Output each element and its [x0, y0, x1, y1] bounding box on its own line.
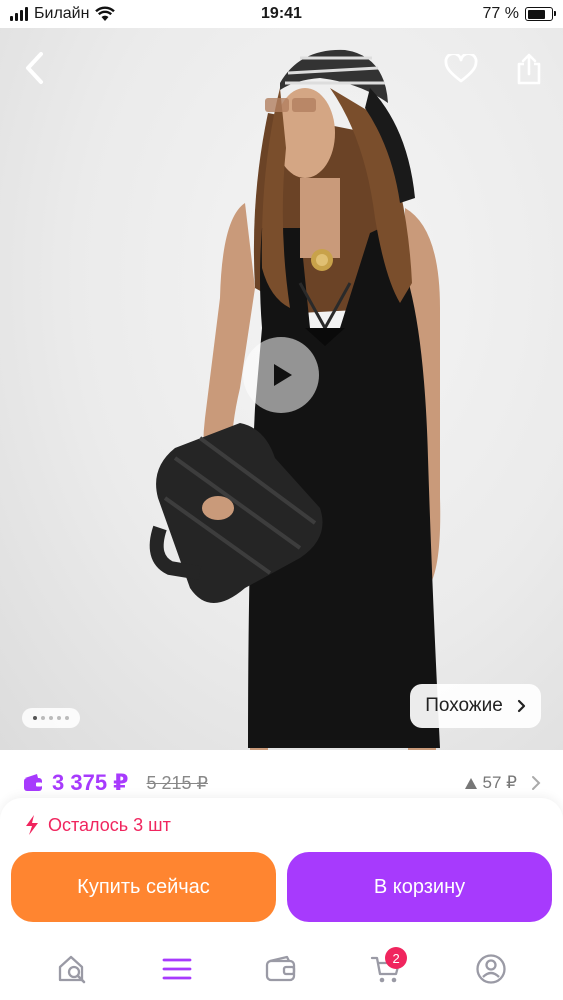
- wifi-icon: [95, 6, 116, 21]
- carrier-name: Билайн: [34, 5, 90, 22]
- cart-count-badge: 2: [385, 947, 408, 969]
- tab-home[interactable]: [47, 947, 97, 991]
- price-up-icon: [464, 777, 477, 789]
- signal-icon: [10, 7, 28, 21]
- catalog-menu-icon: [162, 958, 192, 980]
- gallery-pagination[interactable]: [22, 708, 80, 728]
- tab-profile[interactable]: [466, 947, 516, 991]
- lightning-icon: [26, 815, 38, 835]
- status-bar: Билайн 19:41 77 %: [0, 0, 563, 28]
- wallet-icon: [24, 774, 42, 791]
- gallery-dot: [57, 716, 61, 720]
- status-right: 77 %: [353, 5, 556, 23]
- back-button[interactable]: [14, 48, 54, 88]
- gallery-dot: [41, 716, 45, 720]
- status-time: 19:41: [261, 5, 302, 22]
- play-icon: [274, 364, 292, 386]
- share-button[interactable]: [508, 48, 550, 90]
- wallet-icon: [266, 955, 296, 982]
- status-left: Билайн: [10, 5, 210, 23]
- battery-icon: [525, 7, 556, 21]
- gallery-dot: [49, 716, 53, 720]
- price-delta[interactable]: 57 ₽: [464, 773, 541, 793]
- current-price: 3 375 ₽: [52, 770, 129, 795]
- tab-catalog[interactable]: [152, 947, 202, 991]
- battery-fill: [527, 9, 546, 19]
- tab-cart[interactable]: 2: [361, 947, 411, 991]
- share-icon: [517, 53, 541, 85]
- stock-label: Осталось 3 шт: [48, 814, 171, 835]
- tab-bar: 2: [0, 944, 563, 994]
- similar-items-label: Похожие: [425, 695, 503, 716]
- profile-icon: [476, 954, 506, 984]
- battery-percent: 77 %: [482, 5, 519, 22]
- similar-items-button[interactable]: Похожие: [410, 684, 541, 728]
- tab-wallet[interactable]: [256, 947, 306, 991]
- add-to-cart-button[interactable]: В корзину: [287, 852, 552, 922]
- chevron-left-icon: [26, 52, 43, 84]
- heart-icon: [444, 54, 478, 83]
- home-search-icon: [59, 955, 86, 984]
- product-gallery[interactable]: Похожие: [0, 28, 563, 750]
- price-delta-value: 57 ₽: [482, 773, 517, 792]
- old-price: 5 215 ₽: [146, 772, 208, 793]
- gallery-dot: [65, 716, 69, 720]
- play-video-button[interactable]: [243, 337, 319, 413]
- stock-notice: Осталось 3 шт: [24, 814, 171, 836]
- chevron-right-icon: [517, 699, 525, 713]
- chevron-right-icon: [532, 776, 541, 790]
- buy-now-button[interactable]: Купить сейчас: [11, 852, 276, 922]
- gallery-dot: [33, 716, 37, 720]
- favorite-button[interactable]: [440, 48, 482, 90]
